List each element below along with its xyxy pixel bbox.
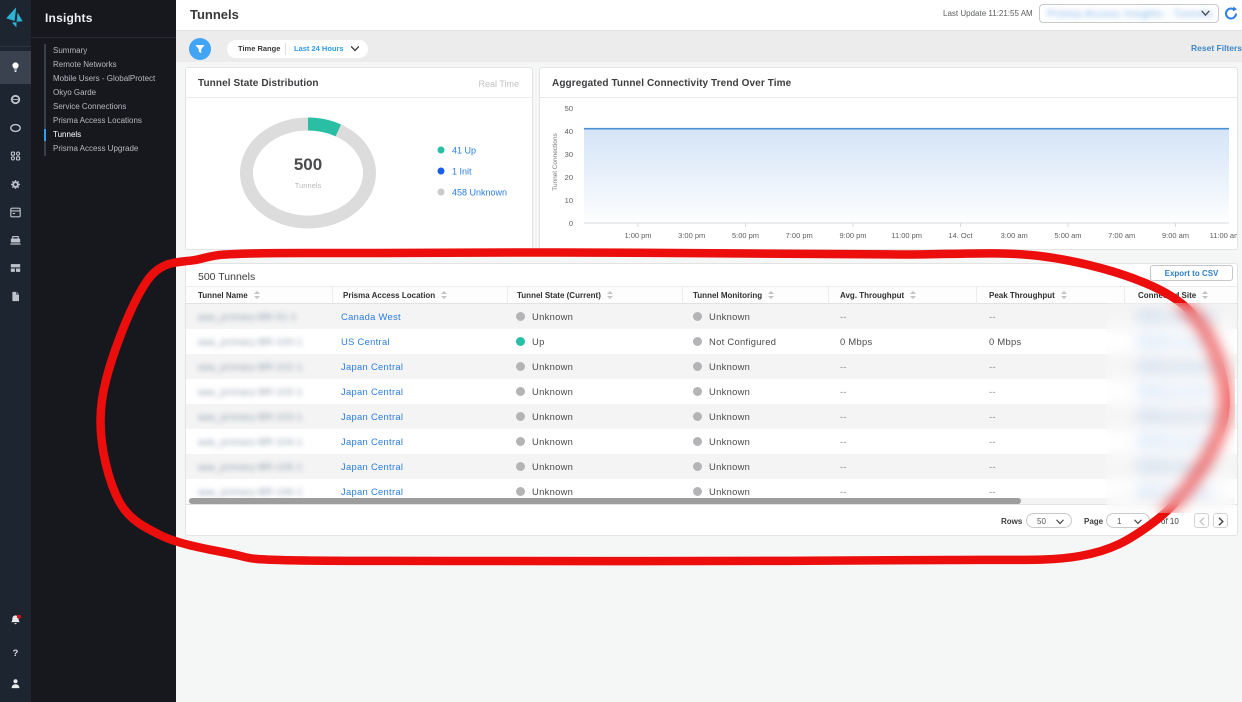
svg-text:7:00 am: 7:00 am <box>1108 231 1135 240</box>
svg-text:Tunnel Connections: Tunnel Connections <box>552 132 559 190</box>
svg-text:11:00 am: 11:00 am <box>1210 231 1237 240</box>
svg-text:Tunnels: Tunnels <box>295 181 322 190</box>
svg-text:5:00 pm: 5:00 pm <box>732 231 759 240</box>
svg-text:9:00 am: 9:00 am <box>1162 231 1189 240</box>
svg-text:500: 500 <box>294 155 322 174</box>
svg-text:3:00 pm: 3:00 pm <box>678 231 705 240</box>
svg-text:20: 20 <box>565 173 573 182</box>
svg-text:40: 40 <box>565 127 573 136</box>
svg-text:10: 10 <box>565 196 573 205</box>
svg-text:5:00 am: 5:00 am <box>1054 231 1081 240</box>
svg-text:50: 50 <box>565 104 573 113</box>
svg-text:?: ? <box>13 648 19 658</box>
svg-text:458 Unknown: 458 Unknown <box>452 188 507 198</box>
svg-text:0: 0 <box>569 219 573 228</box>
svg-text:9:00 pm: 9:00 pm <box>839 231 866 240</box>
svg-text:1:00 pm: 1:00 pm <box>624 231 651 240</box>
svg-text:30: 30 <box>565 150 573 159</box>
svg-text:1 Init: 1 Init <box>452 167 472 177</box>
svg-text:3:00 am: 3:00 am <box>1001 231 1028 240</box>
svg-text:14. Oct: 14. Oct <box>948 231 973 240</box>
svg-text:7:00 pm: 7:00 pm <box>786 231 813 240</box>
svg-text:11:00 pm: 11:00 pm <box>891 231 922 240</box>
svg-text:41 Up: 41 Up <box>452 146 476 156</box>
